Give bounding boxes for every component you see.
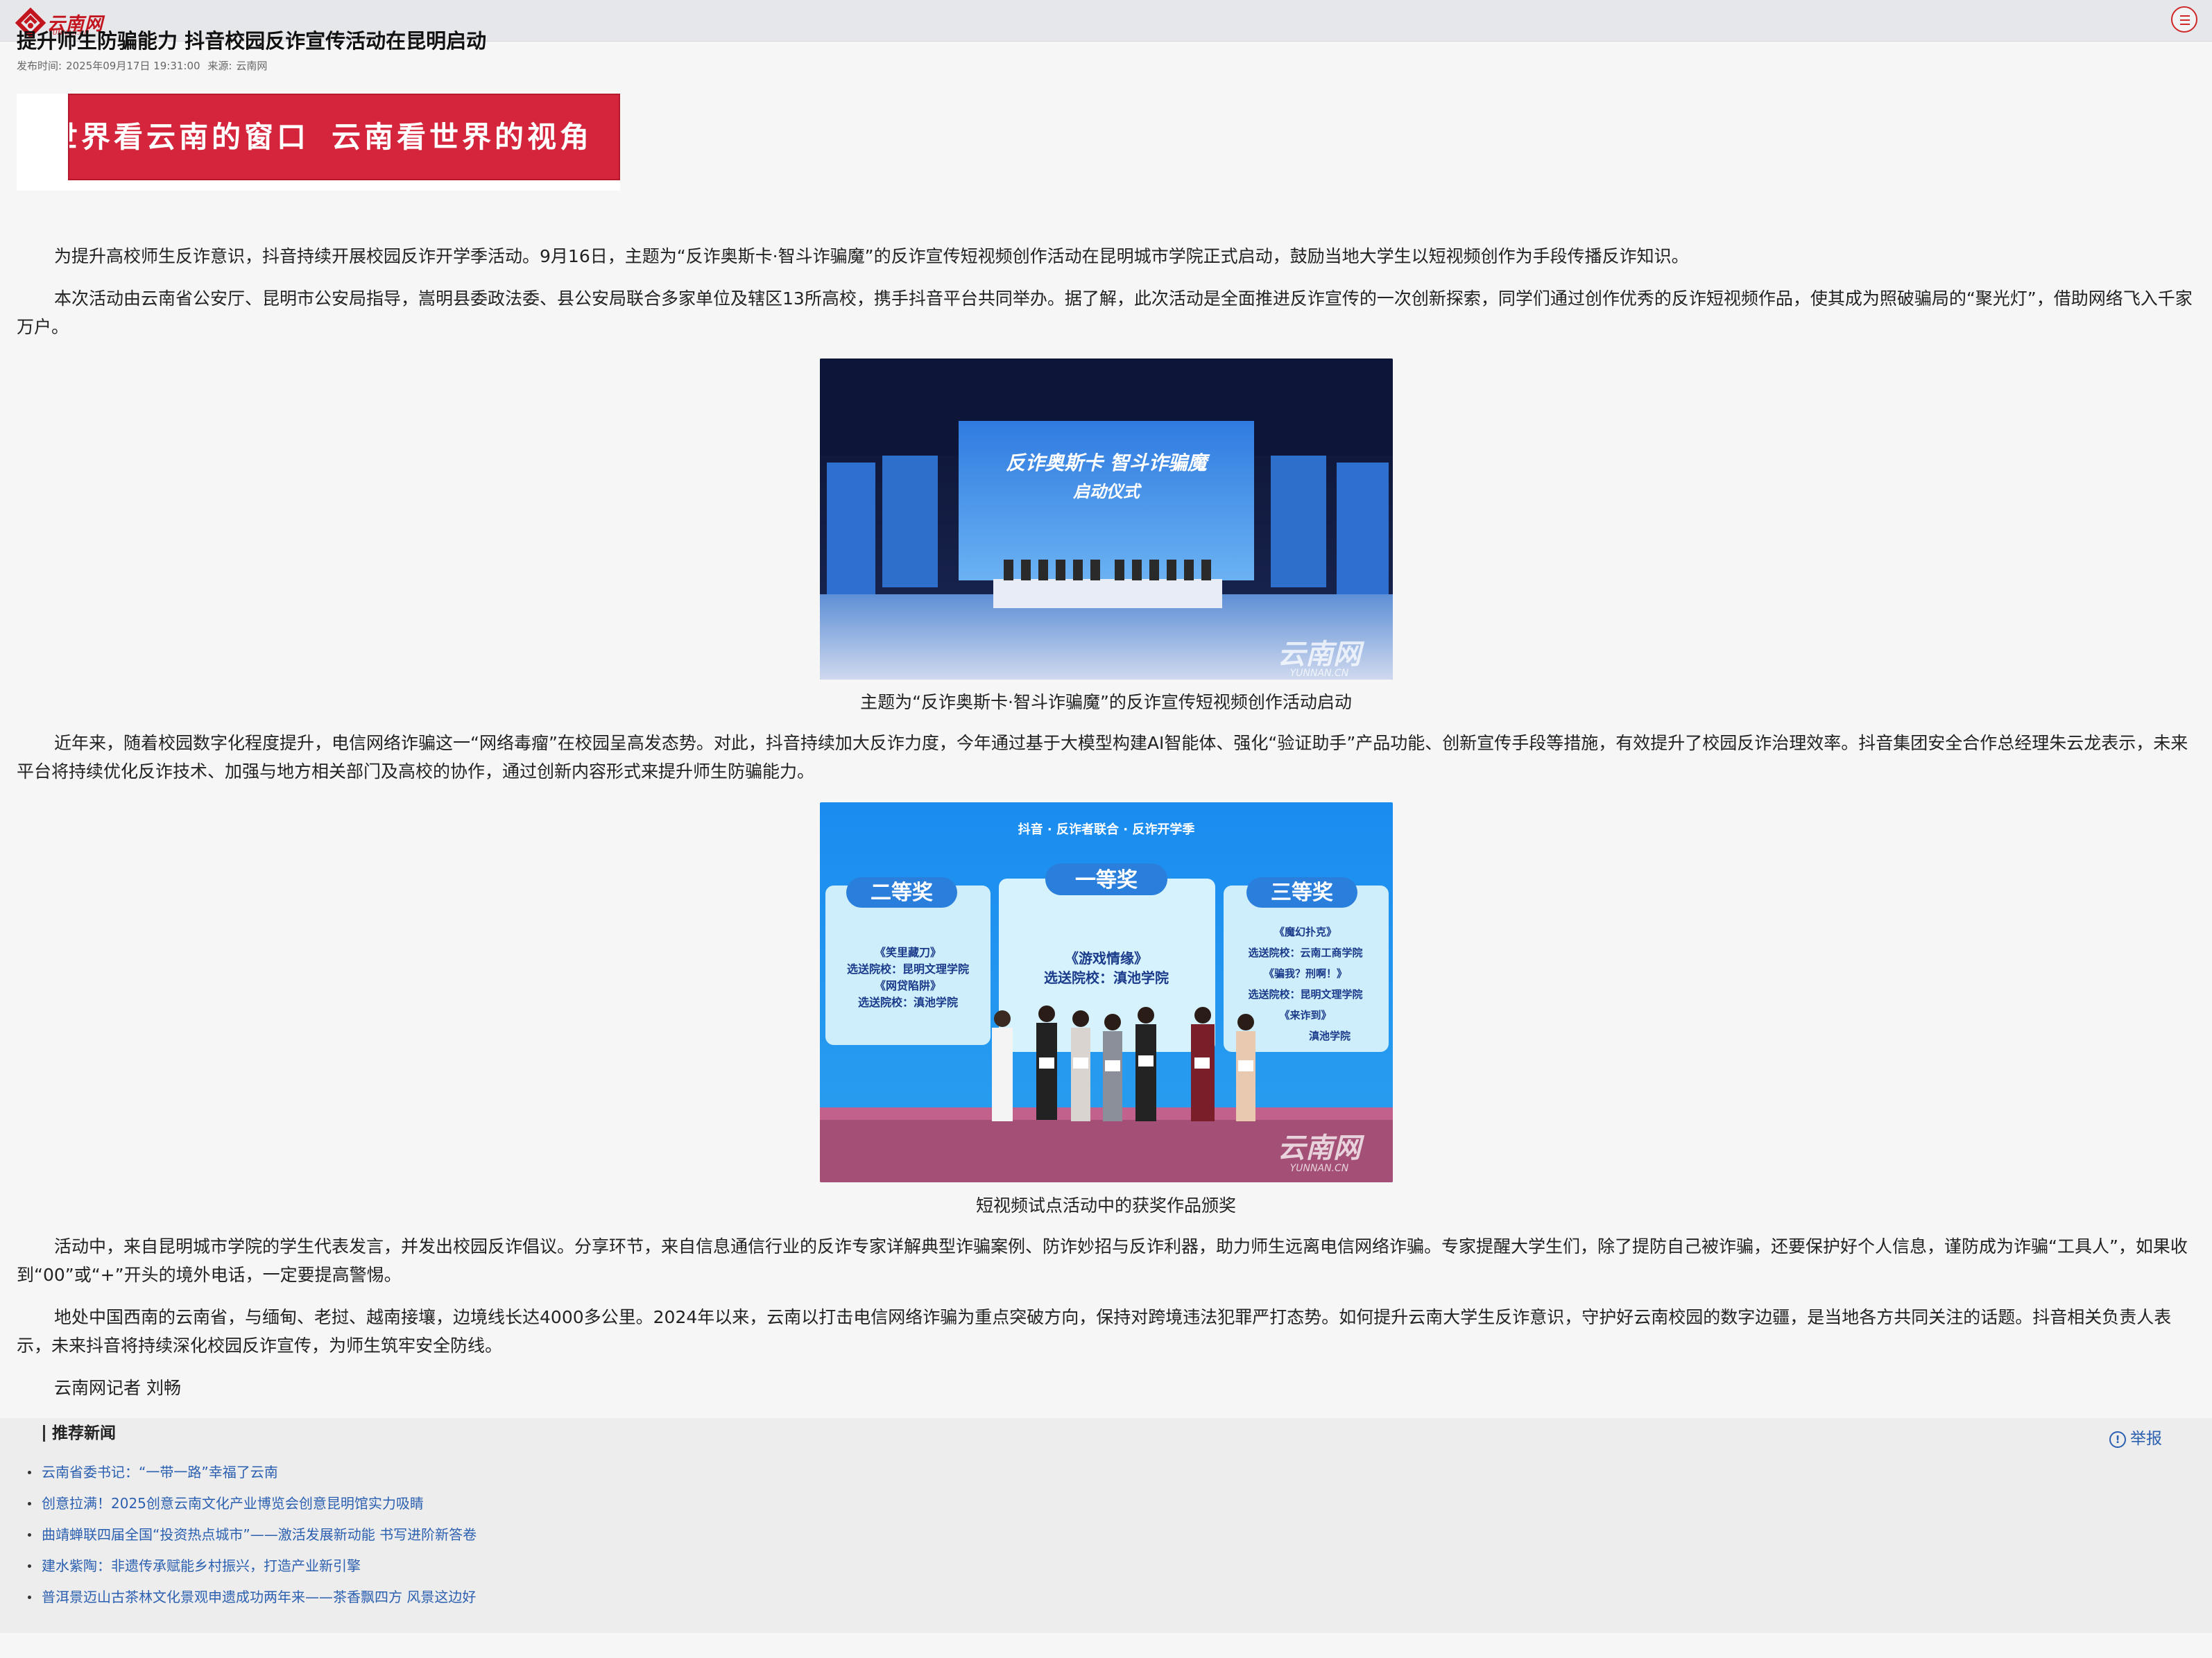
screen-title-1: 反诈奥斯卡 智斗诈骗魔 [1006,451,1210,474]
source-name: 云南网 [236,60,268,72]
third-prize-line: 选送院校：昆明文理学院 [1248,988,1362,1001]
first-prize-line: 《游戏情缘》 [1065,950,1148,967]
second-prize-line: 选送院校：滇池学院 [858,996,958,1009]
banner-text-right: 云南看世界的视角 [332,120,593,154]
source-label: 来源: [207,60,232,72]
banner-text-left: 世界看云南的窗口 [68,120,310,154]
first-prize-line: 选送院校：滇池学院 [1044,969,1169,986]
recommend-title: 推荐新闻 [43,1425,116,1442]
page-title: 提升师生防骗能力 抖音校园反诈宣传活动在昆明启动 [17,29,487,53]
photo-watermark: 云南网 [1278,1132,1365,1164]
article-photo-award: 抖音 · 反诈者联合 · 反诈开学季 二等奖 《笑里藏刀》 选送院校：昆明文理学… [820,802,1393,1182]
banner-image: 世界看云南的窗口 云南看世界的视角 [17,94,620,191]
photo-caption: 主题为“反诈奥斯卡·智斗诈骗魔”的反诈宣传短视频创作活动启动 [860,692,1352,712]
recommend-link[interactable]: 创意拉满！2025创意云南文化产业博览会创意昆明馆实力吸睛 [28,1493,477,1524]
photo-watermark-sub: YUNNAN.CN [1290,668,1349,679]
second-prize-line: 《笑里藏刀》 [875,946,941,959]
third-prize-line: 《魔幻扑克》 [1274,926,1337,938]
report-label: 举报 [2130,1430,2162,1448]
photo-caption: 短视频试点活动中的获奖作品颁奖 [975,1195,1236,1216]
paragraph: 近年来，随着校园数字化程度提升，电信网络诈骗这一“网络毒瘤”在校园呈高发态势。对… [17,733,2188,781]
author-line: 云南网记者 刘畅 [54,1378,181,1398]
recommend-list: 云南省委书记：“一带一路”幸福了云南 创意拉满！2025创意云南文化产业博览会创… [28,1462,477,1618]
recommend-link[interactable]: 普洱景迈山古茶林文化景观申遗成功两年来——茶香飘四方 风景这边好 [28,1587,477,1618]
recommend-link[interactable]: 建水紫陶：非遗传承赋能乡村振兴，打造产业新引擎 [28,1555,477,1587]
third-prize-line: 《骗我？刑啊！》 [1264,967,1347,980]
second-prize-label: 二等奖 [871,881,933,905]
launch-ceremony-image: 反诈奥斯卡 智斗诈骗魔 启动仪式 云南网 YUNNAN.CN [820,359,1393,680]
paragraph: 地处中国西南的云南省，与缅甸、老挝、越南接壤，边境线长达4000多公里。2024… [17,1307,2172,1356]
photo-watermark-sub: YUNNAN.CN [1290,1163,1349,1174]
paragraph: 为提升高校师生反诈意识，抖音持续开展校园反诈开学季活动。9月16日，主题为“反诈… [54,246,1689,266]
publish-label: 发布时间: [17,60,62,72]
screen-title-2: 启动仪式 [1072,482,1142,501]
award-sponsor-logos: 抖音 · 反诈者联合 · 反诈开学季 [1018,822,1195,837]
recommend-link[interactable]: 曲靖蝉联四届全国“投资热点城市”——激活发展新动能 书写进阶新答卷 [28,1524,477,1555]
report-button[interactable]: ! 举报 [2109,1425,2162,1448]
article-photo-launch-ceremony: 反诈奥斯卡 智斗诈骗魔 启动仪式 云南网 YUNNAN.CN [820,359,1393,680]
banner-slogan: 世界看云南的窗口 云南看世界的视角 [68,94,620,180]
paragraph: 本次活动由云南省公安厅、昆明市公安局指导，嵩明县委政法委、县公安局联合多家单位及… [17,288,2193,337]
third-prize-line: 《来诈到》 [1279,1009,1331,1021]
second-prize-line: 选送院校：昆明文理学院 [847,962,969,976]
third-prize-line: 滇池学院 [1309,1030,1351,1042]
menu-icon[interactable] [2171,6,2197,33]
recommend-link[interactable]: 云南省委书记：“一带一路”幸福了云南 [28,1462,477,1493]
article-meta: 发布时间: 2025年09月17日 19:31:00 来源: 云南网 [17,58,271,73]
third-prize-line: 选送院校：云南工商学院 [1248,947,1362,959]
publish-time: 2025年09月17日 19:31:00 [66,60,200,72]
photo-watermark: 云南网 [1278,639,1365,671]
second-prize-line: 《网贷陷阱》 [875,979,941,992]
report-alert-icon: ! [2109,1431,2126,1448]
award-ceremony-image: 抖音 · 反诈者联合 · 反诈开学季 二等奖 《笑里藏刀》 选送院校：昆明文理学… [820,802,1393,1182]
first-prize-label: 一等奖 [1075,868,1138,892]
paragraph: 活动中，来自昆明城市学院的学生代表发言，并发出校园反诈倡议。分享环节，来自信息通… [17,1236,2188,1285]
third-prize-label: 三等奖 [1271,881,1333,905]
